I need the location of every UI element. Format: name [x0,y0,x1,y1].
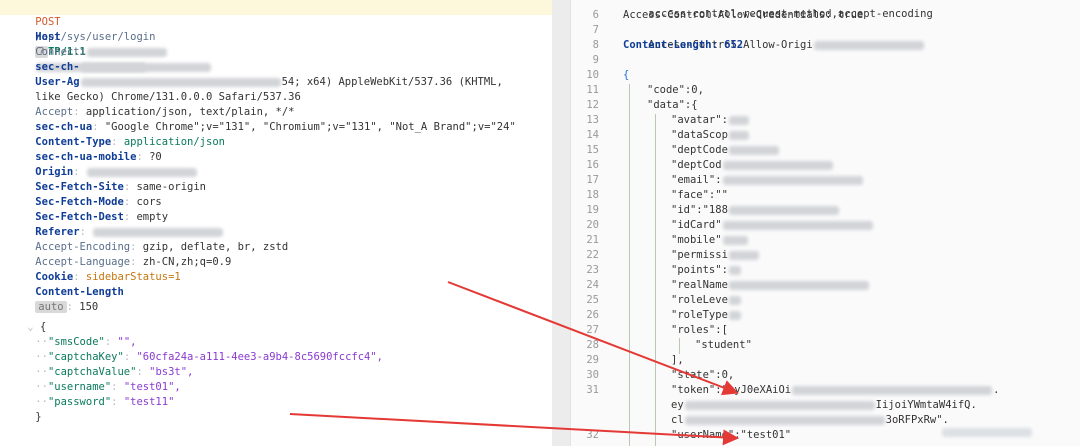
response-line: "token":"eyJ0eXAiOi. [671,384,1000,396]
line-number: 20 [586,219,599,231]
line-number: 23 [586,264,599,276]
line-number: 6 [592,9,599,21]
header-row[interactable]: Sec-Fetch-Mode: cors [10,180,161,208]
line-number: 9 [592,54,599,66]
response-line: "deptCode [671,143,780,158]
line-number: 11 [586,84,599,96]
header-row[interactable]: User-Ag 54; x64) AppleWebKit/537.36 (KHTM… [10,60,503,88]
line-number: 16 [586,159,599,171]
body-field[interactable]: ··"username": "test01", [10,365,180,393]
indent-guide [655,114,656,446]
response-line: "student" [695,339,752,351]
header-name: Content-Length [35,286,124,298]
header-row[interactable]: Connecti [10,30,168,58]
line-number: 15 [586,144,599,156]
line-number: 10 [586,69,599,81]
header-row[interactable]: Accept-Language: zh-CN,zh;q=0.9 [10,240,231,268]
response-line: "deptCod [671,158,834,173]
line-number: 25 [586,294,599,306]
line-number: 21 [586,234,599,246]
response-line: "idCard" [671,218,874,233]
header-row[interactable]: Content-Type: application/json [10,120,225,148]
header-row[interactable]: Sec-Fetch-Dest: empty [10,195,168,223]
request-line: POST /api/sys/user/login HTTP/1.1 [10,0,155,58]
line-number: 28 [586,339,599,351]
response-line: Access-Control-Allow-Credentials: true [623,9,864,21]
body-close-brace: } [35,411,42,423]
response-pane: access-control-request-method,accept-enc… [570,0,1080,446]
line-number: 8 [592,39,599,51]
response-line: "code":0, [647,84,704,96]
field-key: "password" [47,396,112,408]
header-value: 54; x64) AppleWebKit/537.36 (KHTML, [281,76,503,88]
indent-guide [679,338,680,354]
response-line: "email": [671,173,864,188]
line-number: 29 [586,354,599,366]
header-row[interactable]: Content-Length auto: 150 [10,270,124,313]
response-line: "data":{ [647,99,698,111]
body-field[interactable]: ··"captchaKey": "60cfa24a-a111-4ee3-a9b4… [10,335,383,363]
header-row[interactable]: sec-ch-ua: "Google Chrome";v="131", "Chr… [10,105,515,133]
line-number: 13 [586,114,599,126]
line-number: 7 [592,24,599,36]
response-line: "roles":[ [671,324,728,336]
line-number: 22 [586,249,599,261]
body-field[interactable]: ··"captchaValue": "bs3t", [10,350,193,378]
line-number: 12 [586,99,599,111]
body-field[interactable]: ··"smsCode": "", [10,320,136,348]
response-line: "permissi [671,248,760,263]
line-number: 31 [586,384,599,396]
body-open-brace: ⌄ { [27,321,47,333]
line-number: 30 [586,369,599,381]
response-line: "state":0, [671,369,735,381]
response-line: "realName [671,278,870,293]
line-number: 14 [586,129,599,141]
line-number: 27 [586,324,599,336]
response-line: "face":"" [671,189,728,201]
response-line: "userName":"test01" [671,429,792,441]
response-line: cl 3oRFPxRw". [671,414,949,426]
header-row[interactable]: Accept-Encoding: gzip, deflate, br, zstd [10,225,288,253]
response-line: ey IijoiYWmtaW4ifQ. [671,399,977,411]
redacted-value [813,40,924,50]
header-row[interactable]: Sec-Fetch-Site: same-origin [10,165,206,193]
body-field[interactable]: ··"password": "test11" [10,380,174,408]
header-row[interactable]: Host ?: [10,15,147,72]
response-line: "roleLeve [671,293,742,308]
header-row[interactable]: like Gecko) Chrome/131.0.0.0 Safari/537.… [10,75,301,103]
header-row[interactable]: Accept: application/json, text/plain, */… [10,90,294,118]
response-line: "avatar": [671,113,750,128]
line-number: 26 [586,309,599,321]
response-line: ], [671,354,684,366]
line-number: 32 [586,429,599,441]
response-top-line: access-control-request-method,accept-enc… [648,8,933,20]
header-row[interactable]: Origin: [10,150,198,178]
response-line: "points": [671,263,742,278]
header-row[interactable]: sec-ch- [10,45,212,73]
header-row[interactable]: Cookie: sidebarStatus=1 [10,255,180,283]
line-number: 24 [586,279,599,291]
response-line: Access-Control-Allow-Origi [623,23,925,51]
response-line: "roleType [671,308,742,323]
response-line: Content-Length: 652 [623,39,744,51]
response-line: "id":"188 [671,203,840,218]
header-row[interactable]: Referer: [10,210,224,238]
header-value: 150 [79,301,99,313]
field-value: "test11" [123,396,175,408]
response-line: "mobile" [671,233,749,248]
response-line: { [623,69,630,81]
line-number: 19 [586,204,599,216]
line-number: 17 [586,174,599,186]
indent-guide [629,84,630,446]
header-row[interactable]: sec-ch-ua-mobile: ?0 [10,135,161,163]
line-number: 18 [586,189,599,201]
request-pane: POST /api/sys/user/login HTTP/1.1 Host ?… [0,0,552,446]
response-line: "dataScop [671,128,750,143]
redacted-value [942,428,1032,437]
pane-divider[interactable] [552,0,570,446]
